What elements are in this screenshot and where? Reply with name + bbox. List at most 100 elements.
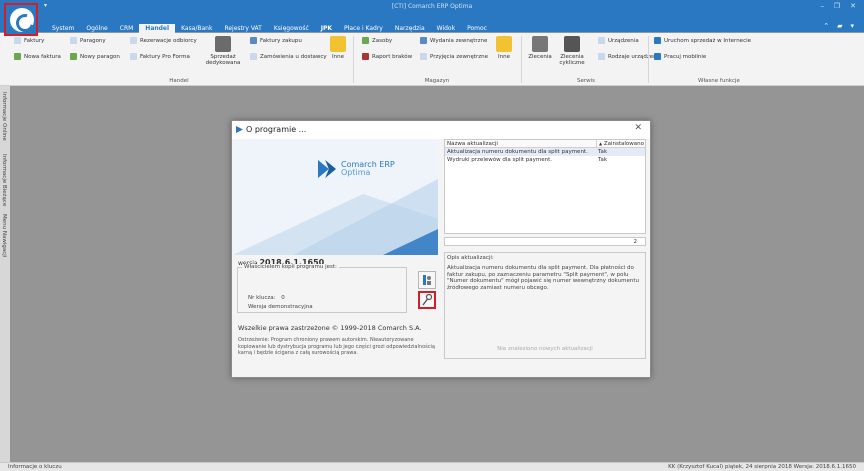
pro-forma-button[interactable]: Faktury Pro Forma (130, 53, 190, 60)
tab-jpk[interactable]: JPK (315, 24, 338, 33)
zamowienia-button[interactable]: Zamówienia u dostawcy (250, 53, 327, 60)
col-installed[interactable]: ▲ Zainstalowano (596, 140, 645, 147)
tab-kasa-bank[interactable]: Kasa/Bank (175, 24, 218, 33)
resources-icon (362, 37, 369, 44)
sprzedaz-internet-button[interactable]: Uruchom sprzedaż w Internecie (654, 37, 751, 44)
hero-banner: Comarch ERP Optima (233, 139, 438, 255)
tab-pomoc[interactable]: Pomoc (461, 24, 493, 33)
receipt-icon (70, 37, 77, 44)
new-invoice-icon (14, 53, 21, 60)
title-bar: ▾ [CTI] Comarch ERP Optima – ❐ ✕ System … (0, 0, 864, 33)
status-key-info[interactable]: Informacje o kluczu (8, 464, 62, 470)
table-row[interactable]: Wydruki przelewów dla split payment. Tak (445, 156, 645, 164)
description-box: Opis aktualizacji: Aktualizacja numeru d… (444, 252, 646, 359)
urzadzenia-button[interactable]: Urządzenia (598, 37, 639, 44)
updates-count: 2 (444, 237, 646, 246)
shortage-report-icon (362, 53, 369, 60)
updates-table-header: Nazwa aktualizacji ▲ Zainstalowano (445, 140, 645, 148)
device-types-icon (598, 53, 605, 60)
dialog-title: O programie ... (246, 125, 307, 134)
maximize-icon[interactable]: ❐ (834, 2, 840, 10)
comarch-logo-icon (654, 53, 661, 60)
group-label-magazyn: Magazyn (424, 78, 450, 84)
group-label-serwis: Serwis (576, 78, 596, 84)
notifications-icon[interactable]: ▰ (837, 22, 842, 30)
menu-tabs: System Ogólne CRM Handel Kasa/Bank Rejes… (46, 24, 493, 33)
status-session-info: KK (Krzysztof Kucal) piątek, 24 sierpnia… (668, 464, 856, 470)
updates-table: Nazwa aktualizacji ▲ Zainstalowano Aktua… (444, 139, 646, 234)
group-label-wlasne: Własne funkcje (698, 78, 740, 84)
supplier-order-icon (250, 53, 257, 60)
nowa-faktura-button[interactable]: Nowa faktura (14, 53, 61, 60)
przyjecia-button[interactable]: Przyjęcia zewnętrzne (420, 53, 488, 60)
side-tabs: Informacje Online Informacje Bieżące Men… (0, 86, 10, 462)
col-update-name[interactable]: Nazwa aktualizacji (445, 140, 596, 147)
rezerwacje-button[interactable]: Rezerwacje odbiorcy (130, 37, 197, 44)
tab-place-kadry[interactable]: Płace i Kadry (338, 24, 389, 33)
description-text: Aktualizacja numeru dokumentu dla split … (447, 265, 639, 291)
tab-crm[interactable]: CRM (114, 24, 140, 33)
dialog-title-bar: O programie ... ✕ (232, 121, 650, 139)
update-name-cell: Aktualizacja numeru dokumentu dla split … (447, 149, 588, 155)
pracuj-mobilnie-button[interactable]: Pracuj mobilnie (654, 53, 706, 60)
application-menu-button[interactable] (4, 3, 38, 36)
raport-brakow-button[interactable]: Raport braków (362, 53, 412, 60)
side-tab-informacje-biezace[interactable]: Informacje Bieżące (1, 154, 7, 206)
sort-asc-icon: ▲ (599, 141, 603, 146)
close-window-icon[interactable]: ✕ (850, 2, 856, 10)
copyright-text: Wszelkie prawa zastrzeżone © 1999-2018 C… (238, 324, 422, 332)
key-config-button[interactable] (418, 291, 436, 309)
comarch-logo-icon (654, 37, 661, 44)
invoice-icon (14, 37, 21, 44)
group-label-handel: Handel (169, 78, 189, 84)
tab-ogolne[interactable]: Ogólne (80, 24, 113, 33)
settings-dropdown-icon[interactable]: ▾ (850, 22, 854, 30)
dedicated-sale-icon (215, 36, 231, 52)
tab-widok[interactable]: Widok (431, 24, 461, 33)
no-updates-message: Nie znaleziono nowych aktualizacji (497, 346, 593, 352)
demo-label: Wersja demonstracyjna (248, 304, 313, 310)
handel-inne-button[interactable]: Inne (326, 36, 350, 60)
close-icon[interactable]: ✕ (634, 123, 642, 133)
other-arrow-icon (496, 36, 512, 52)
external-receipt-icon (420, 53, 427, 60)
about-dialog: O programie ... ✕ Comarch ERP Optima wer… (231, 120, 651, 378)
top-right-toolbar: ⌃ ▰ ▾ (823, 22, 854, 30)
legal-warning: Ostrzeżenie: Program chroniony prawem au… (238, 337, 435, 356)
tab-system[interactable]: System (46, 24, 80, 33)
zlecenia-cykliczne-button[interactable]: Zlecenia cykliczne (556, 36, 588, 66)
wydania-button[interactable]: Wydania zewnętrzne (420, 37, 487, 44)
minimize-icon[interactable]: – (821, 2, 825, 10)
paragony-button[interactable]: Paragony (70, 37, 106, 44)
service-order-icon (532, 36, 548, 52)
zlecenia-button[interactable]: Zlecenia (526, 36, 554, 60)
ribbon: Faktury Nowa faktura Paragony Nowy parag… (0, 33, 864, 86)
side-tab-menu-nawigacji[interactable]: Menu Nawigacji (1, 214, 7, 257)
update-name-cell: Wydruki przelewów dla split payment. (447, 157, 553, 163)
table-row[interactable]: Aktualizacja numeru dokumentu dla split … (445, 148, 645, 156)
other-arrow-icon (330, 36, 346, 52)
faktury-button[interactable]: Faktury (14, 37, 44, 44)
tab-rejestry-vat[interactable]: Rejestry VAT (218, 24, 267, 33)
brand-product: Optima (341, 168, 371, 177)
description-label: Opis aktualizacji: (447, 255, 494, 261)
zasoby-button[interactable]: Zasoby (362, 37, 392, 44)
cyclic-order-icon (564, 36, 580, 52)
comarch-logo-icon (236, 126, 243, 133)
purchase-invoice-icon (250, 37, 257, 44)
collapse-ribbon-icon[interactable]: ⌃ (823, 22, 829, 30)
tab-handel[interactable]: Handel (139, 24, 176, 33)
tab-narzedzia[interactable]: Narzędzia (389, 24, 431, 33)
magazyn-inne-button[interactable]: Inne (492, 36, 516, 60)
side-tab-informacje-online[interactable]: Informacje Online (1, 92, 7, 141)
key-value: 0 (281, 295, 285, 301)
update-installed-cell: Tak (598, 149, 608, 155)
nowy-paragon-button[interactable]: Nowy paragon (70, 53, 120, 60)
license-box: Właścicielem kopii programu jest: Nr klu… (237, 264, 407, 313)
faktury-zakupu-button[interactable]: Faktury zakupu (250, 37, 302, 44)
external-issue-icon (420, 37, 427, 44)
brand-lockup: Comarch ERP Optima (318, 160, 395, 178)
license-info-button[interactable] (418, 271, 436, 289)
tab-ksiegowosc[interactable]: Księgowość (268, 24, 315, 33)
sprzedaz-dedykowana-button[interactable]: Sprzedaż dedykowana (203, 36, 243, 66)
